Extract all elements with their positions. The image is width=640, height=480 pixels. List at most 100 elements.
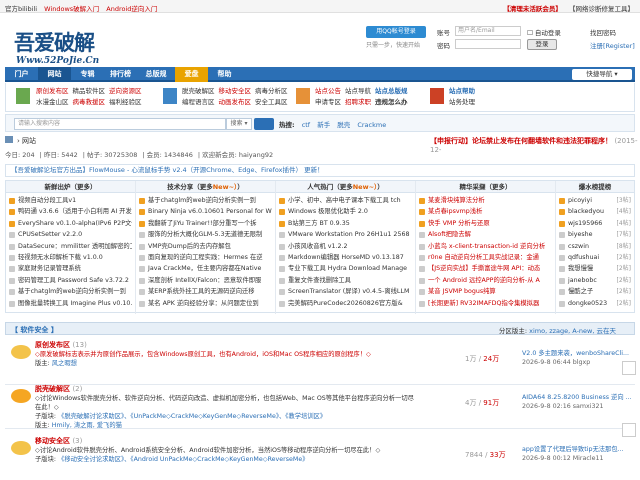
column-item[interactable]: 快手 VMP 分析与还原: [419, 218, 552, 229]
column-item[interactable]: ScreenTranslator (屏译) v0.4.5-离线LLM: [279, 286, 412, 297]
nav-aipan[interactable]: 爱盘: [175, 67, 208, 82]
column-item[interactable]: 某点春ipsvmp浅析: [419, 206, 552, 217]
nav-portal[interactable]: 门户: [5, 67, 38, 82]
column-item[interactable]: 某ERP系统外挂工具的无源码逆向迁移: [139, 286, 272, 297]
column-item[interactable]: 我想慢慢 [2帖]: [559, 263, 631, 274]
column-item[interactable]: r0ne 自动逆向分析工具实战记录：金通: [419, 252, 552, 263]
forum-name[interactable]: 原创发布区 (13): [35, 340, 87, 350]
column-item[interactable]: [长期更新] RV32IMAFDQ指令集模拟器: [419, 298, 552, 309]
column-item[interactable]: B站第三方 BT 0.9.35: [279, 218, 412, 229]
subnav-water[interactable]: 水漫金山区: [36, 98, 69, 106]
crumb-forum[interactable]: 网站: [22, 137, 36, 145]
column-item[interactable]: 某名 APK 逆向经验分享：从问题定位到: [139, 298, 272, 309]
search-type-select[interactable]: 搜索 ▾: [226, 118, 252, 130]
hot-newbie[interactable]: 新手: [317, 121, 330, 129]
column-item[interactable]: 鸭码通 v3.6.6（适用于小白利用 AI 开发: [9, 206, 132, 217]
subnav-virus-help[interactable]: 病毒救援区: [73, 98, 106, 106]
account-input[interactable]: 用户名/Email: [455, 26, 521, 36]
column-item[interactable]: DataSecure：mmilitter 透明加解密的工: [9, 241, 132, 252]
login-button[interactable]: 登录: [527, 39, 557, 50]
column-item[interactable]: wjs195966 [4帖]: [559, 218, 631, 229]
subnav-sitenav[interactable]: 站点导航: [345, 87, 371, 95]
column-item[interactable]: Windows 极限优化助手 2.0: [279, 206, 412, 217]
column-item[interactable]: 某音 JSVMP bogus纯算: [419, 286, 552, 297]
home-icon[interactable]: [5, 136, 13, 143]
column-item[interactable]: 面向复现的逆向工程实践：Hermes 在逆: [139, 252, 272, 263]
nav-forum[interactable]: 网站: [38, 67, 71, 82]
qq-login-button[interactable]: 用QQ帐号登录: [366, 26, 426, 38]
column-item[interactable]: 【JS逆向实战】手撕富途牛网 API：动态: [419, 263, 552, 274]
column-item[interactable]: 基于chatglm的web逆向分析实例一到: [9, 286, 132, 297]
column-item[interactable]: Binary Ninja v6.0.10601 Personal for Wi: [139, 206, 272, 217]
column-item[interactable]: VMP壳Dump后的去内存解包: [139, 241, 272, 252]
notice-bar[interactable]: 【吾爱破解论坛官方出品】FlowMouse - 心流鼠标手势 v2.4（开源Ch…: [5, 164, 635, 177]
subnav-violation[interactable]: 违规怎么办: [375, 98, 408, 106]
quick-nav-dropdown[interactable]: 快捷导航 ▾: [572, 69, 632, 80]
subnav-siterules[interactable]: 站点总版规: [375, 87, 408, 95]
column-item[interactable]: cszwin [8帖]: [559, 241, 631, 252]
forum-name[interactable]: 脱壳破解区 (2): [35, 384, 82, 394]
column-item[interactable]: biyeshe [7帖]: [559, 229, 631, 240]
column-item[interactable]: EveryShare v0.1.0-alpha(IPv6 P2P文件: [9, 218, 132, 229]
forum-name[interactable]: 移动安全区 (3): [35, 436, 82, 446]
column-item[interactable]: Java CrackMe，任主要内容都在Native: [139, 263, 272, 274]
column-item[interactable]: 基于chatglm的web逆向分析实例一到: [139, 195, 272, 206]
column-item[interactable]: 专业下载工具 Hydra Download Manage: [279, 263, 412, 274]
subnav-premium[interactable]: 精品软件区: [73, 87, 106, 95]
subnav-welfare[interactable]: 福利经验区: [109, 98, 142, 106]
column-item[interactable]: VMware Workstation Pro 26H1u1 2568: [279, 229, 412, 240]
col-new-header[interactable]: 新鲜出炉（更多）: [6, 181, 135, 193]
forum-last-post[interactable]: AIDA64 8.25.8200 Business 逆向 ... 2026-9-…: [522, 393, 632, 411]
column-item[interactable]: 服饰的分析大概化GLM-5.3无道德无限制: [139, 229, 272, 240]
subnav-tools[interactable]: 安全工具区: [255, 98, 288, 106]
hot-crackme[interactable]: Crackme: [357, 121, 386, 129]
top-link-bilibili[interactable]: 官方bilibili: [5, 5, 37, 13]
register-link[interactable]: 注册[Register]: [590, 40, 635, 50]
column-item[interactable]: CPUSetSetter v2.2.0: [9, 229, 132, 240]
col-tech-header[interactable]: 技术分享（更多New~））: [136, 181, 275, 193]
column-item[interactable]: dongke0523 [2帖]: [559, 298, 631, 309]
column-item[interactable]: qdfushuai [2帖]: [559, 252, 631, 263]
top-link-clean[interactable]: 【清理未活跃会员】: [503, 5, 562, 13]
nav-ranking[interactable]: 排行榜: [104, 67, 137, 82]
column-item[interactable]: 小孩风收音机 v1.2.2: [279, 241, 412, 252]
column-item[interactable]: 小学、初中、高中电子课本下载工具 tch: [279, 195, 412, 206]
column-item[interactable]: picoyiyi [3帖]: [559, 195, 631, 206]
column-item[interactable]: Markdown编辑器 HorseMD v0.13.187: [279, 252, 412, 263]
col-featured-header[interactable]: 精华采撷（更多）: [416, 181, 555, 193]
find-password-link[interactable]: 找回密码: [590, 27, 616, 37]
hot-unpack[interactable]: 脱壳: [337, 121, 350, 129]
column-item[interactable]: 一个 Android 远控APP的逆向分析-从 A: [419, 275, 552, 286]
subnav-help[interactable]: 站点帮助: [449, 87, 475, 95]
nav-album[interactable]: 专辑: [71, 67, 104, 82]
column-item[interactable]: 完美解码PureCodec20260826官方版&: [279, 298, 412, 309]
column-item[interactable]: 轻视频无水印解析下载 v1.0.0: [9, 252, 132, 263]
subnav-announce[interactable]: 站点公告: [315, 87, 341, 95]
col-popular-header[interactable]: 人气热门（更多New~））: [276, 181, 415, 193]
subnav-mobile[interactable]: 移动安全区: [219, 87, 252, 95]
auto-login-checkbox[interactable]: ☐ 自动登录: [527, 27, 561, 37]
column-item[interactable]: janebobc [2帖]: [559, 275, 631, 286]
subnav-virus[interactable]: 病毒分析区: [255, 87, 288, 95]
subnav-unpack[interactable]: 脱壳破解区: [182, 87, 215, 95]
subnav-original[interactable]: 原创发布区: [36, 87, 69, 95]
column-item[interactable]: 家庭财务记录管理系统: [9, 263, 132, 274]
search-input[interactable]: 请输入搜索内容: [14, 118, 226, 130]
hot-ctf[interactable]: ctf: [302, 121, 310, 129]
search-button[interactable]: [254, 118, 274, 130]
subnav-affairs[interactable]: 站务处理: [449, 98, 475, 106]
side-collapse-icon[interactable]: [622, 361, 636, 375]
subnav-programming[interactable]: 编程语言区: [182, 98, 215, 106]
top-link-android[interactable]: Android逆向入门: [106, 5, 157, 13]
top-link-windows[interactable]: Windows破解入门: [44, 5, 99, 13]
column-item[interactable]: 深度剖析 IntellX/Falcon：恶意软件即服: [139, 275, 272, 286]
column-item[interactable]: blackedyou [4帖]: [559, 206, 631, 217]
column-item[interactable]: 重复文件查找删除工具: [279, 275, 412, 286]
subnav-reverse-res[interactable]: 逆向资源区: [109, 87, 142, 95]
column-item[interactable]: 某麦滑块纯算法分析: [419, 195, 552, 206]
password-input[interactable]: [455, 39, 521, 49]
side-expand-icon[interactable]: [622, 423, 636, 437]
column-item[interactable]: Alsoft把隐去解: [419, 229, 552, 240]
subnav-jobs[interactable]: 招聘求职: [345, 98, 371, 106]
nav-rules[interactable]: 总版规: [137, 67, 175, 82]
